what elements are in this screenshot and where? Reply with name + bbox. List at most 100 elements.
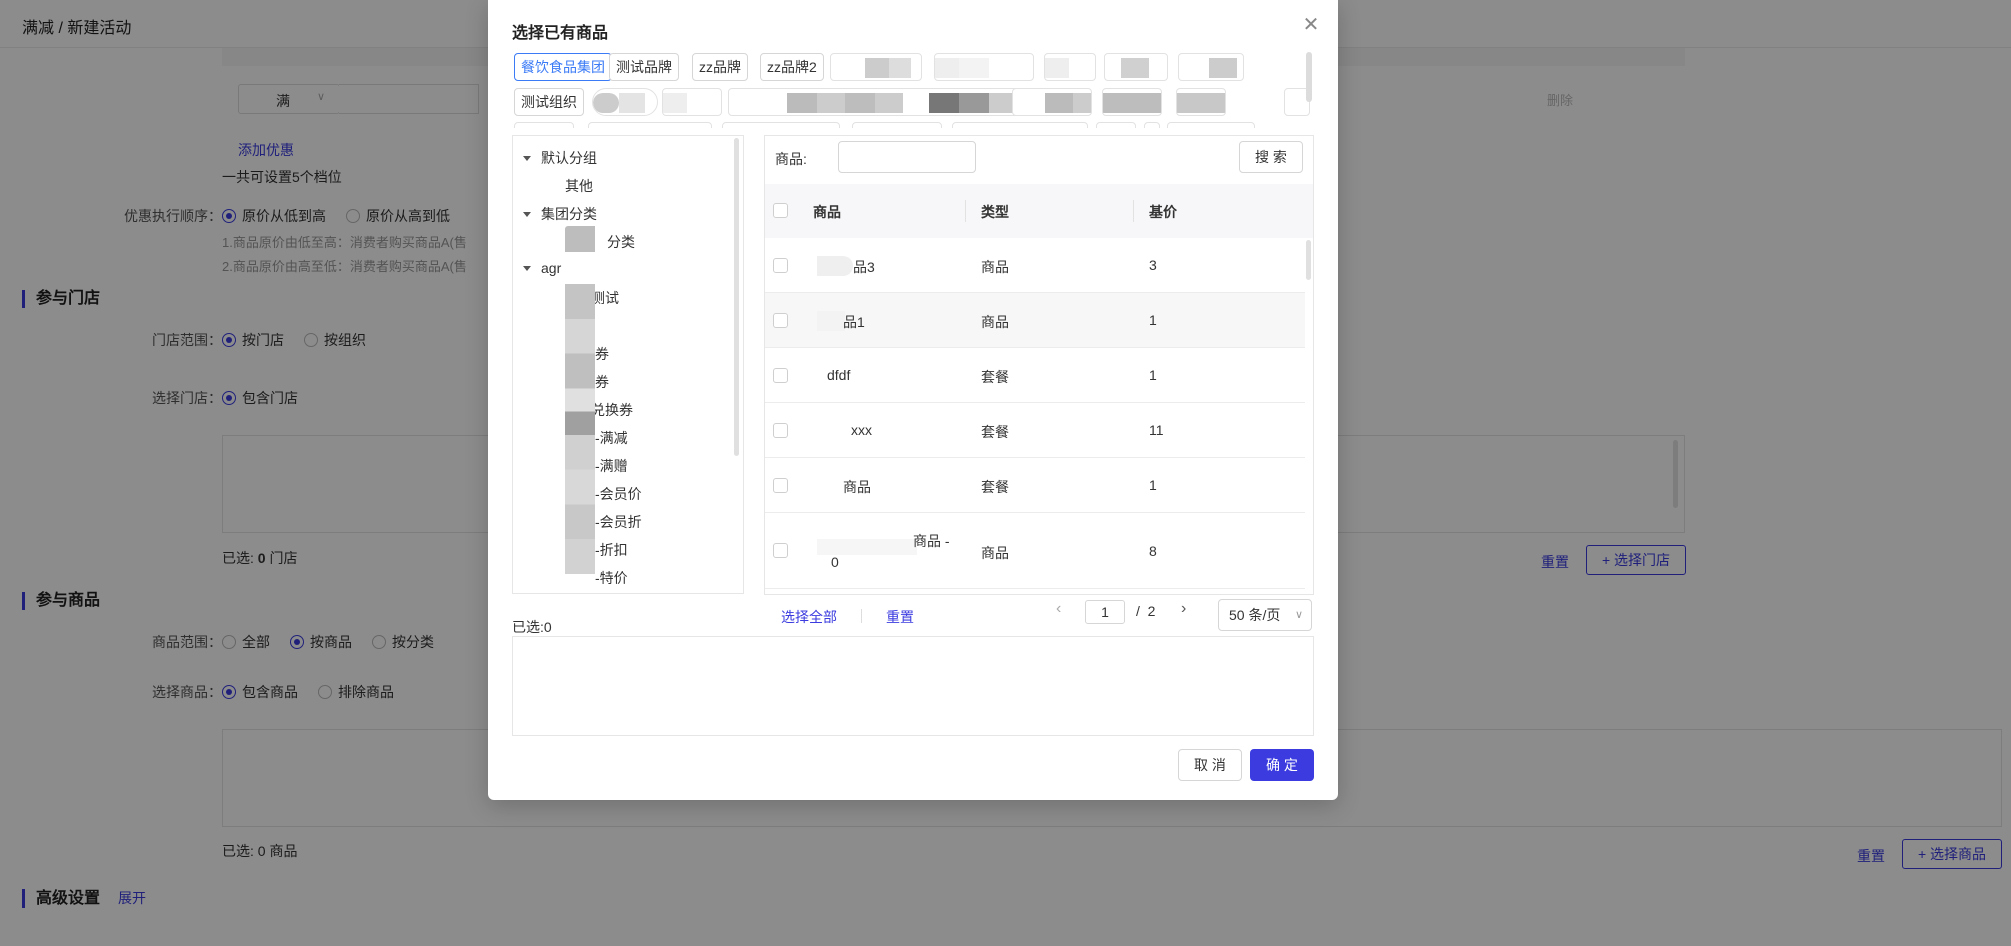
brand-tab-1[interactable]: 测试品牌 xyxy=(609,53,679,81)
pager-next-icon[interactable]: › xyxy=(1181,600,1186,618)
brand-tab-redacted[interactable] xyxy=(1096,122,1136,128)
tree-item-agr-6[interactable]: -会员价 xyxy=(595,484,642,504)
column-header-type: 类型 xyxy=(981,204,1009,220)
table-row[interactable]: xxx 套餐 11 xyxy=(765,403,1305,458)
tree-item-agr-8[interactable]: -折扣 xyxy=(595,540,628,560)
table-scrollbar[interactable] xyxy=(1306,240,1311,280)
redaction-block xyxy=(619,93,645,113)
redaction-block xyxy=(865,58,889,78)
table-row[interactable]: 品1 商品 1 xyxy=(765,293,1305,348)
brand-tab-3[interactable]: zz品牌2 xyxy=(760,53,824,81)
goods-search-input[interactable] xyxy=(838,141,976,173)
tree-item-agr-9[interactable]: -特价 xyxy=(595,568,628,588)
table-row[interactable]: 商品 套餐 1 xyxy=(765,458,1305,513)
brand-tab-redacted[interactable] xyxy=(1178,53,1244,81)
redaction-block xyxy=(593,93,619,113)
selected-count: 已选:0 xyxy=(512,619,552,635)
search-button[interactable]: 搜 索 xyxy=(1239,141,1303,173)
table-row[interactable]: dfdf 套餐 1 xyxy=(765,348,1305,403)
cell-goods: 商品 xyxy=(843,479,871,495)
select-all-checkbox[interactable] xyxy=(773,203,788,218)
brand-tab-redacted[interactable] xyxy=(1167,122,1255,128)
table-row[interactable]: 商品 - 0 商品 8 xyxy=(765,513,1305,589)
caret-down-icon xyxy=(523,212,531,217)
row-checkbox[interactable] xyxy=(773,543,788,558)
row-checkbox[interactable] xyxy=(773,313,788,328)
brand-tab-redacted[interactable] xyxy=(592,88,658,116)
page-size-select[interactable]: 50 条/页 ∨ xyxy=(1218,599,1312,631)
tree-group-default[interactable]: 默认分组 xyxy=(523,148,597,168)
redaction-block xyxy=(929,93,959,113)
brand-tab-redacted[interactable] xyxy=(662,88,722,116)
brand-tab-redacted[interactable] xyxy=(1144,122,1160,128)
table-row[interactable]: 品3 商品 3 xyxy=(765,238,1305,293)
brand-tab-redacted[interactable] xyxy=(722,122,840,128)
cell-goods: 商品 - xyxy=(913,533,950,549)
brand-tab-4[interactable]: 测试组织 xyxy=(514,88,584,116)
selected-goods-box xyxy=(512,636,1314,736)
tree-item-agr-0[interactable]: 测试 xyxy=(591,288,619,308)
confirm-button[interactable]: 确 定 xyxy=(1250,749,1314,781)
tree-group-label: 默认分组 xyxy=(541,150,597,166)
redaction-block xyxy=(817,256,853,276)
tree-item-category[interactable]: 分类 xyxy=(607,232,635,252)
brand-tab-redacted[interactable] xyxy=(1012,88,1092,116)
pager-prev-icon[interactable]: ‹ xyxy=(1056,600,1061,618)
brand-tab-2[interactable]: zz品牌 xyxy=(692,53,748,81)
tree-item-agr-4[interactable]: -满减 xyxy=(595,428,628,448)
brand-tabs-scrollbar[interactable] xyxy=(1306,52,1312,102)
redaction-block xyxy=(959,93,989,113)
brand-tab-0[interactable]: 餐饮食品集团 xyxy=(514,53,612,81)
select-all-link[interactable]: 选择全部 xyxy=(781,607,837,627)
tree-item-agr-2[interactable]: 券 xyxy=(595,372,609,392)
brand-tab-redacted[interactable] xyxy=(852,122,942,128)
page-total: / 2 xyxy=(1136,603,1155,619)
cell-price: 11 xyxy=(1149,422,1164,438)
reset-link[interactable]: 重置 xyxy=(886,607,914,627)
page-total-number: 2 xyxy=(1147,603,1156,619)
redaction-block xyxy=(1073,93,1091,113)
brand-tab-redacted[interactable] xyxy=(1102,88,1162,116)
redaction-block xyxy=(1121,58,1149,78)
cell-goods: dfdf xyxy=(827,367,851,383)
chevron-down-icon: ∨ xyxy=(1294,609,1303,621)
caret-down-icon xyxy=(523,266,531,271)
cell-type: 商品 xyxy=(981,259,1009,275)
row-checkbox[interactable] xyxy=(773,258,788,273)
brand-tab-redacted[interactable] xyxy=(952,122,1088,128)
brand-tab-redacted[interactable] xyxy=(1044,53,1096,81)
divider xyxy=(861,609,862,623)
brand-tab-redacted[interactable] xyxy=(1176,88,1226,116)
row-checkbox[interactable] xyxy=(773,423,788,438)
tree-group-group-category[interactable]: 集团分类 xyxy=(523,204,597,224)
tree-item-agr-1[interactable]: 券 xyxy=(595,344,609,364)
redaction-block xyxy=(1045,93,1073,113)
cell-type: 套餐 xyxy=(981,369,1009,385)
redaction-block xyxy=(1103,93,1161,113)
tree-scrollbar[interactable] xyxy=(734,138,739,456)
redaction-block xyxy=(845,93,875,113)
page-number-input[interactable]: 1 xyxy=(1085,600,1125,624)
cell-price: 1 xyxy=(1149,367,1157,383)
tree-item-agr-5[interactable]: -满赠 xyxy=(595,456,628,476)
cancel-button[interactable]: 取 消 xyxy=(1178,749,1242,781)
redaction-block xyxy=(817,93,845,113)
brand-tab-redacted[interactable] xyxy=(830,53,922,81)
brand-tab-redacted[interactable] xyxy=(934,53,1034,81)
tree-item-agr-3[interactable]: 兑换券 xyxy=(591,400,633,420)
cell-price: 8 xyxy=(1149,543,1157,559)
redaction-block xyxy=(663,93,687,113)
tree-item-other[interactable]: 其他 xyxy=(565,176,593,196)
redaction-block xyxy=(1045,58,1069,78)
redaction-block xyxy=(817,311,845,331)
brand-tab-redacted[interactable] xyxy=(728,88,1028,116)
row-checkbox[interactable] xyxy=(773,478,788,493)
tree-item-agr-7[interactable]: -会员折 xyxy=(595,512,642,532)
row-checkbox[interactable] xyxy=(773,368,788,383)
brand-tab-redacted[interactable] xyxy=(514,122,574,128)
cell-goods-line2: 0 xyxy=(831,554,839,570)
close-icon[interactable]: ✕ xyxy=(1300,14,1322,36)
brand-tab-redacted[interactable] xyxy=(588,122,712,128)
tree-group-agr[interactable]: agr xyxy=(523,260,561,276)
brand-tab-redacted[interactable] xyxy=(1104,53,1168,81)
